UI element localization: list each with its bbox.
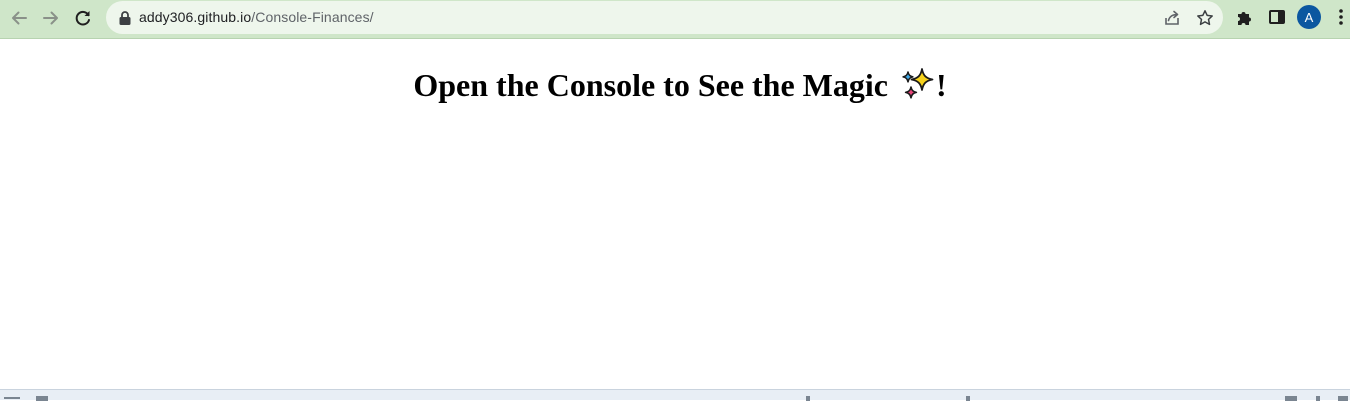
strip-panel-icon xyxy=(36,396,48,401)
browser-toolbar: addy306.github.io/Console-Finances/ A xyxy=(0,0,1350,39)
lock-icon xyxy=(119,11,131,25)
strip-marker xyxy=(806,396,810,401)
url-text[interactable]: addy306.github.io/Console-Finances/ xyxy=(139,9,374,25)
kebab-menu-icon xyxy=(1339,9,1343,25)
side-panel-button[interactable] xyxy=(1266,6,1288,28)
page-title-suffix: ! xyxy=(935,67,947,103)
share-button[interactable] xyxy=(1161,7,1183,29)
extensions-button[interactable] xyxy=(1234,6,1256,28)
url-path: /Console-Finances/ xyxy=(251,9,374,25)
address-bar[interactable]: addy306.github.io/Console-Finances/ xyxy=(106,1,1223,34)
back-arrow-icon xyxy=(12,11,27,25)
url-domain: addy306.github.io xyxy=(139,9,252,25)
strip-marker xyxy=(966,396,970,401)
page-title: Open the Console to See the Magic ! xyxy=(0,66,1350,104)
star-icon xyxy=(1197,10,1213,26)
share-icon xyxy=(1165,10,1179,25)
devtools-strip xyxy=(0,389,1350,401)
browser-menu-button[interactable] xyxy=(1330,6,1350,28)
page-content: Open the Console to See the Magic ! xyxy=(0,40,1350,389)
side-panel-icon xyxy=(1269,10,1285,24)
forward-button[interactable] xyxy=(37,4,65,32)
profile-avatar[interactable]: A xyxy=(1297,5,1321,29)
reload-icon xyxy=(75,10,90,26)
strip-dots xyxy=(4,397,20,399)
puzzle-piece-icon xyxy=(1238,12,1251,25)
strip-gear-icon xyxy=(1285,396,1297,401)
sparkles-icon xyxy=(902,68,934,99)
back-button[interactable] xyxy=(5,4,33,32)
forward-arrow-icon xyxy=(43,11,58,25)
strip-marker xyxy=(1316,396,1320,401)
bookmark-button[interactable] xyxy=(1194,7,1216,29)
strip-close-icon xyxy=(1338,396,1348,401)
reload-button[interactable] xyxy=(69,4,97,32)
page-title-text: Open the Console to See the Magic xyxy=(413,67,888,103)
